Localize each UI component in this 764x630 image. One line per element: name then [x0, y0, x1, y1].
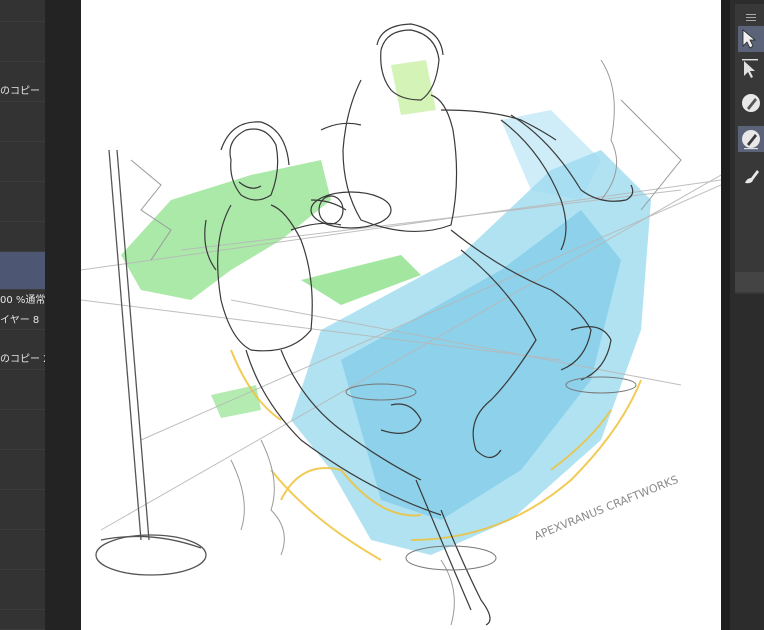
layer-row[interactable]: [0, 610, 45, 630]
layer-row[interactable]: [0, 182, 45, 222]
layer-row[interactable]: [0, 370, 45, 410]
layer-opacity-blend: 00 %通常: [0, 295, 45, 306]
layer-row-selected[interactable]: [0, 252, 45, 290]
pen-icon: [742, 94, 760, 112]
artist-signature: APEXVRANUS CRAFTWORKS: [532, 473, 680, 543]
tool-palette-footer: [735, 272, 764, 292]
object-select-tool[interactable]: [738, 26, 764, 52]
layer-row[interactable]: [0, 222, 45, 252]
layer-name-layer8: イヤー 8: [0, 315, 40, 326]
workspace-gutter: [45, 0, 81, 630]
layer-row[interactable]: [0, 490, 45, 530]
layer-move-tool[interactable]: [738, 56, 764, 82]
brush-tool[interactable]: [738, 164, 764, 190]
layer-row[interactable]: [0, 450, 45, 490]
pencil-icon: [742, 130, 760, 150]
layer-row[interactable]: [0, 102, 45, 142]
pencil-tool[interactable]: [738, 126, 764, 152]
layer-name-copy: のコピー: [0, 86, 40, 97]
sub-tool-palette: [735, 4, 764, 294]
brush-icon: [745, 170, 759, 184]
layer-row[interactable]: のコピー: [0, 22, 45, 99]
layer-row[interactable]: [0, 570, 45, 610]
object-select-icon: [742, 29, 757, 49]
layer-row[interactable]: [0, 410, 45, 450]
pen-tool[interactable]: [738, 90, 764, 116]
layer-row[interactable]: [0, 530, 45, 570]
sketch-artwork: APEXVRANUS CRAFTWORKS: [81, 23, 721, 626]
layer-row[interactable]: [0, 0, 45, 22]
layer-move-icon: [742, 59, 758, 78]
layer-name-copy2: のコピー 2: [0, 354, 45, 365]
panel-divider: [721, 0, 730, 630]
layer-panel: のコピー のコピー 00 %通常 イヤー 8 のコピー 2: [0, 0, 45, 630]
tool-panel: [730, 0, 764, 630]
drawing-canvas[interactable]: APEXVRANUS CRAFTWORKS: [81, 0, 721, 630]
layer-row[interactable]: [0, 142, 45, 182]
panel-menu-icon[interactable]: [745, 13, 757, 23]
